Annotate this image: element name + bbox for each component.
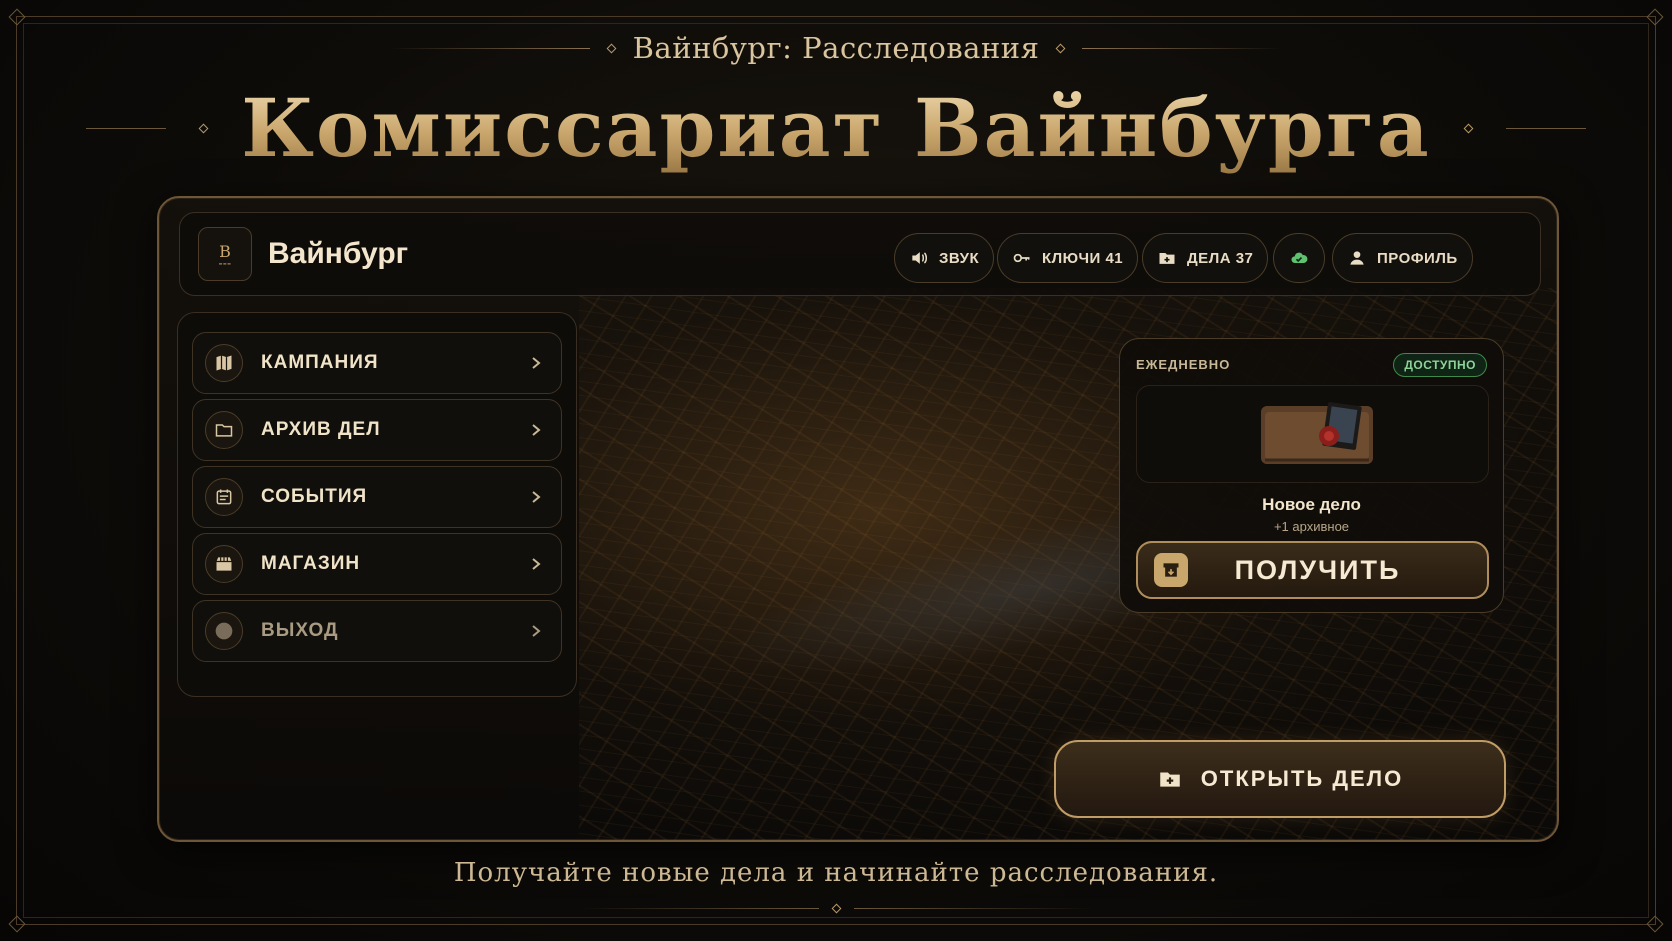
diamond-ornament [1055, 43, 1066, 53]
menu-item-label: КАМПАНИЯ [261, 352, 379, 373]
reward-case-subtitle: +1 архивное [1273, 519, 1350, 534]
main-menu: КАМПАНИЯ АРХИВ ДЕЛ СОБЫТИЯ МАГАЗИН ВЫХОД [177, 312, 577, 697]
key-icon [1013, 253, 1030, 263]
exit-icon [215, 622, 233, 640]
chevron-right-icon [532, 625, 541, 637]
profile-button[interactable]: ПРОФИЛЬ [1332, 233, 1473, 283]
speaker-icon [912, 252, 928, 264]
shop-icon-wrap [205, 545, 243, 583]
case-folder-icon [1261, 402, 1373, 464]
box-download-icon [1163, 563, 1179, 577]
folder-icon [215, 424, 233, 437]
menu-item-label: СОБЫТИЯ [261, 486, 368, 507]
frame-corner-ornament [1646, 915, 1664, 933]
cloud-sync-button[interactable] [1273, 233, 1325, 283]
chevron-right-icon [532, 491, 541, 503]
status-badge: ДОСТУПНО [1393, 353, 1487, 377]
page-title: Комиссариат Вайнбурга [241, 81, 1431, 175]
footer-hint: Получайте новые дела и начинайте расслед… [453, 858, 1219, 888]
exit-icon-wrap [205, 612, 243, 650]
brand-name: Вайнбург [268, 237, 409, 270]
frame-corner-ornament [1646, 8, 1664, 26]
reward-case-name: Новое дело [1262, 495, 1361, 514]
folder-icon-wrap [205, 411, 243, 449]
daily-header: ЕЖЕДНЕВНО [1136, 357, 1231, 372]
menu-item-campaign[interactable]: КАМПАНИЯ [192, 332, 562, 394]
menu-item-label: МАГАЗИН [261, 553, 361, 574]
ornament-line [578, 908, 819, 909]
ornament-line [1505, 127, 1586, 129]
menu-item-events[interactable]: СОБЫТИЯ [192, 466, 562, 528]
keys-counter[interactable]: КЛЮЧИ 41 [997, 233, 1139, 283]
diamond-ornament [1463, 123, 1474, 133]
shop-icon [216, 557, 232, 571]
title-row: Комиссариат Вайнбурга [0, 78, 1672, 178]
city-logo: B ▬▬▬ [198, 227, 252, 281]
chevron-right-icon [532, 558, 541, 570]
cases-counter[interactable]: ДЕЛА 37 [1142, 233, 1269, 283]
game-subtitle: Вайнбург: Расследования [632, 31, 1040, 65]
logo-emblem-icon: ▬▬▬ [218, 261, 232, 266]
logo-letter: B [219, 242, 231, 261]
profile-label: ПРОФИЛЬ [1377, 249, 1458, 267]
diamond-ornament [606, 43, 617, 53]
sound-label: ЗВУК [939, 249, 980, 267]
map-icon [216, 355, 232, 371]
diamond-ornament [831, 903, 841, 914]
folder-plus-icon [1159, 253, 1175, 264]
main-panel: B ▬▬▬ Вайнбург ЗВУК КЛЮЧИ 41 ДЕЛА 37 ПРО… [157, 196, 1559, 842]
cases-label: ДЕЛА 37 [1187, 249, 1254, 267]
claim-button[interactable]: ПОЛУЧИТЬ [1136, 541, 1489, 599]
top-bar: B ▬▬▬ Вайнбург ЗВУК КЛЮЧИ 41 ДЕЛА 37 ПРО… [179, 212, 1541, 296]
menu-item-label: АРХИВ ДЕЛ [261, 419, 381, 440]
menu-item-case-archive[interactable]: АРХИВ ДЕЛ [192, 399, 562, 461]
open-case-button[interactable]: ОТКРЫТЬ ДЕЛО [1054, 740, 1506, 818]
keys-label: КЛЮЧИ 41 [1042, 249, 1124, 267]
map-icon-wrap [205, 344, 243, 382]
ornament-line [1082, 47, 1283, 49]
reward-item-well [1136, 385, 1489, 483]
footer-ornament [0, 903, 1672, 914]
calendar-icon [216, 489, 232, 505]
chevron-right-icon [532, 357, 541, 369]
daily-reward-card: ЕЖЕДНЕВНО ДОСТУПНО Новое дело +1 архивно… [1119, 338, 1504, 613]
frame-corner-ornament [8, 915, 26, 933]
subtitle-row: Вайнбург: Расследования [0, 28, 1672, 68]
user-icon [1350, 251, 1364, 265]
frame-corner-ornament [8, 8, 26, 26]
diamond-ornament [198, 123, 209, 133]
chevron-right-icon [532, 424, 541, 436]
cloud-check-icon [1291, 252, 1308, 263]
box-icon-wrap [1154, 553, 1188, 587]
claim-button-label: ПОЛУЧИТЬ [1234, 554, 1401, 585]
menu-item-exit[interactable]: ВЫХОД [192, 600, 562, 662]
ornament-line [389, 47, 590, 49]
folder-plus-icon [1160, 772, 1180, 787]
ornament-line [86, 127, 167, 129]
open-case-label: ОТКРЫТЬ ДЕЛО [1200, 766, 1404, 791]
menu-item-label: ВЫХОД [261, 620, 339, 641]
menu-item-shop[interactable]: МАГАЗИН [192, 533, 562, 595]
calendar-icon-wrap [205, 478, 243, 516]
ornament-line [853, 908, 1094, 909]
sound-button[interactable]: ЗВУК [894, 233, 995, 283]
